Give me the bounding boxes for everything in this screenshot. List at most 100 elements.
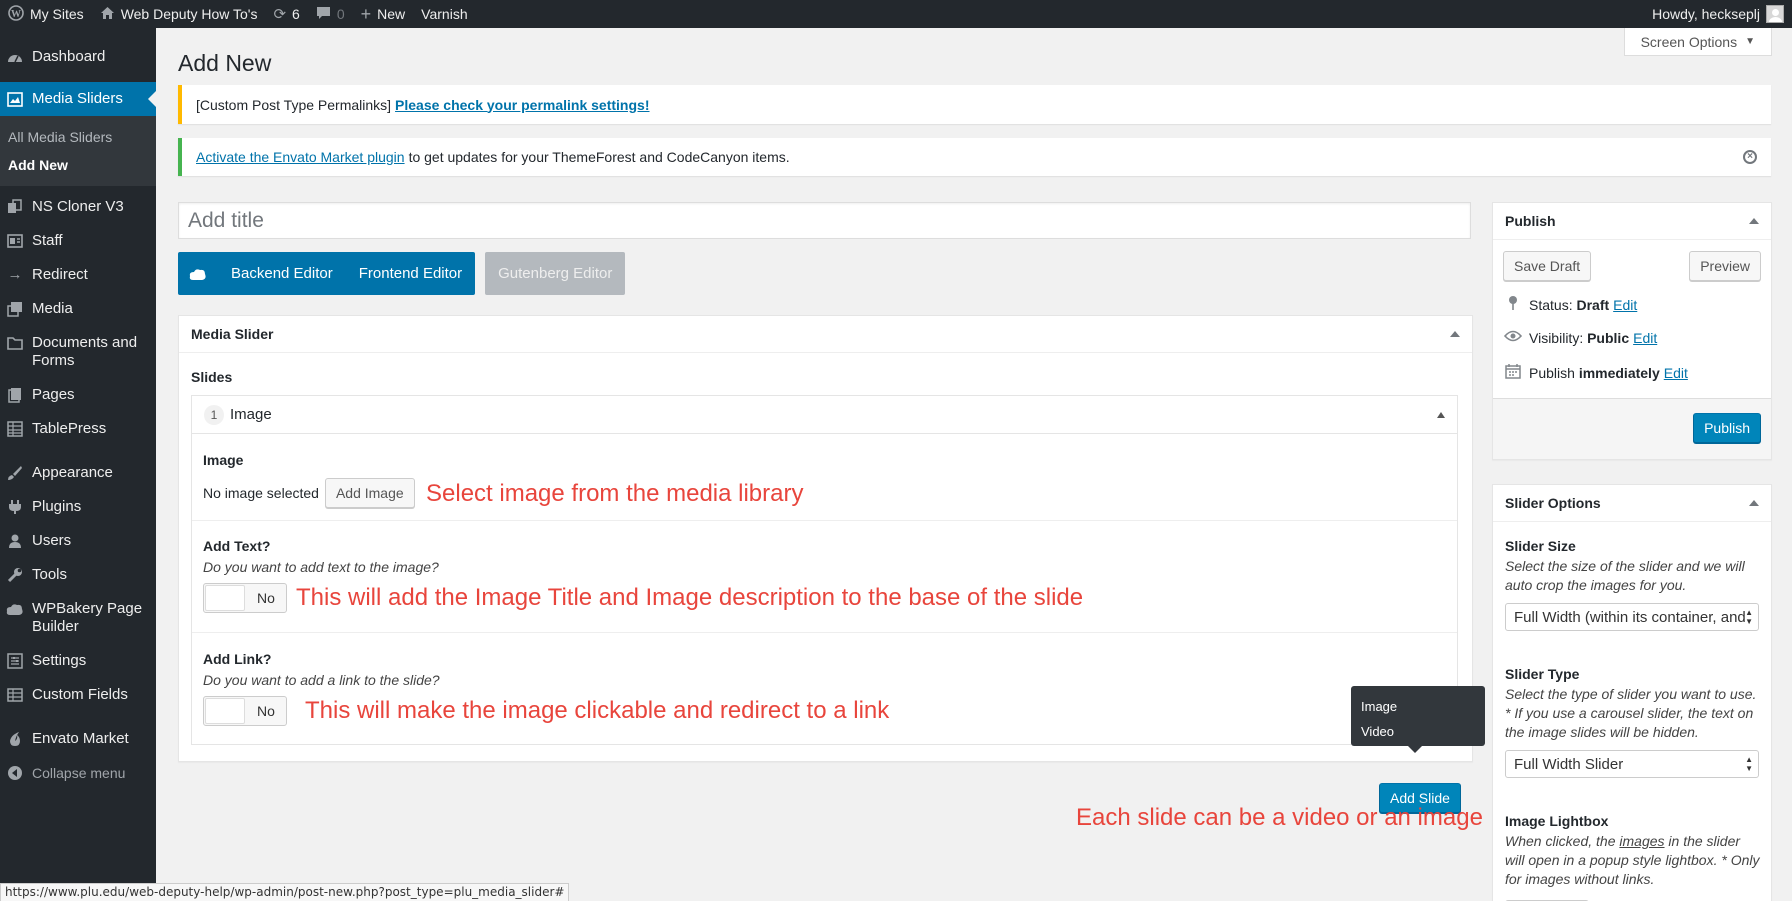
sidebar-item-media-sliders[interactable]: Media Sliders <box>0 82 156 116</box>
permalink-settings-link[interactable]: Please check your permalink settings! <box>395 97 649 113</box>
sidebar-item-settings[interactable]: Settings <box>0 644 156 678</box>
slider-options-box: Slider Options Slider Size Select the si… <box>1492 484 1772 901</box>
slider-options-header[interactable]: Slider Options <box>1493 485 1771 522</box>
sidebar-item-plugins[interactable]: Plugins <box>0 490 156 524</box>
collapse-menu-button[interactable]: Collapse menu <box>0 756 156 790</box>
sidebar-item-label: Appearance <box>32 464 113 481</box>
annotation-each-slide: Each slide can be a video or an image <box>1076 804 1483 831</box>
dropdown-option-video[interactable]: Video <box>1361 719 1475 744</box>
collapse-arrow-icon[interactable] <box>1749 500 1759 506</box>
collapse-arrow-icon[interactable] <box>1749 218 1759 224</box>
edit-schedule-link[interactable]: Edit <box>1664 365 1688 381</box>
backend-editor-button[interactable]: Backend Editor <box>218 252 346 295</box>
my-sites-menu[interactable]: W My Sites <box>0 0 92 28</box>
sidebar-item-media[interactable]: Media <box>0 292 156 326</box>
calendar-icon <box>1503 363 1523 383</box>
slide-collapse-icon[interactable] <box>1437 411 1445 418</box>
slider-type-select[interactable]: Full Width Slider ▲ ▼ <box>1505 750 1759 778</box>
sidebar-item-users[interactable]: Users <box>0 524 156 558</box>
media-sliders-submenu: All Media Sliders Add New <box>0 116 156 186</box>
annotation-add-link: This will make the image clickable and r… <box>305 697 890 724</box>
select-arrows-icon: ▲ ▼ <box>1745 608 1753 626</box>
sidebar-item-custom-fields[interactable]: Custom Fields <box>0 678 156 712</box>
images-underlined: images <box>1619 833 1665 849</box>
custom-fields-icon <box>6 686 24 704</box>
toggle-knob <box>205 698 245 724</box>
add-link-toggle[interactable]: No <box>203 696 287 726</box>
media-slider-header[interactable]: Media Slider <box>179 316 1472 353</box>
sidebar-item-redirect[interactable]: → Redirect <box>0 258 156 292</box>
sidebar-item-wpbakery[interactable]: WPBakery Page Builder <box>0 592 156 644</box>
redirect-icon: → <box>7 266 23 283</box>
add-link-desc: Do you want to add a link to the slide? <box>203 672 440 688</box>
slide-header[interactable]: 1 Image <box>192 396 1457 434</box>
site-name-menu[interactable]: Web Deputy How To's <box>92 0 266 28</box>
sidebar-item-staff[interactable]: Staff <box>0 224 156 258</box>
sidebar-item-label: Redirect <box>32 266 88 283</box>
varnish-menu[interactable]: Varnish <box>413 0 475 28</box>
plus-icon: + <box>360 4 372 24</box>
sidebar-item-pages[interactable]: Pages <box>0 378 156 412</box>
sidebar-item-label: Tools <box>32 566 68 583</box>
sidebar-item-envato-market[interactable]: Envato Market <box>0 722 156 756</box>
slider-size-label: Slider Size <box>1505 538 1576 554</box>
add-text-field: Add Text? Do you want to add text to the… <box>192 521 1457 633</box>
slider-size-value: Full Width (within its container, and <box>1514 608 1746 626</box>
collapse-arrow-icon[interactable] <box>1450 331 1460 337</box>
slider-type-label: Slider Type <box>1505 666 1580 682</box>
sidebar-item-tablepress[interactable]: TablePress <box>0 412 156 446</box>
publish-button[interactable]: Publish <box>1693 413 1761 443</box>
eye-icon <box>1503 329 1523 346</box>
dropdown-option-image[interactable]: Image <box>1361 694 1475 719</box>
new-content-menu[interactable]: + New <box>353 0 414 28</box>
page-title: Add New <box>178 50 272 76</box>
sidebar-item-documents-and-forms[interactable]: Documents and Forms <box>0 326 156 378</box>
slider-size-select[interactable]: Full Width (within its container, and ▲ ▼ <box>1505 603 1759 631</box>
caret-down-icon: ▼ <box>1745 36 1755 47</box>
gutenberg-editor-button[interactable]: Gutenberg Editor <box>485 252 626 295</box>
no-image-text: No image selected <box>203 485 319 501</box>
my-account-menu[interactable]: Howdy, heckseplj <box>1644 0 1792 28</box>
add-link-label: Add Link? <box>203 651 272 667</box>
post-title-input[interactable]: Add title <box>178 202 1471 239</box>
permalink-notice: [Custom Post Type Permalinks] Please che… <box>178 85 1771 124</box>
submenu-all-media-sliders[interactable]: All Media Sliders <box>0 123 156 151</box>
sidebar-item-tools[interactable]: Tools <box>0 558 156 592</box>
sidebar-item-label: Media <box>32 300 73 317</box>
comments-icon <box>316 6 331 23</box>
add-text-toggle-value: No <box>257 590 275 606</box>
submenu-add-new[interactable]: Add New <box>0 151 156 179</box>
image-field-label: Image <box>203 452 244 468</box>
sidebar-item-appearance[interactable]: Appearance <box>0 456 156 490</box>
publish-value: immediately <box>1578 365 1660 381</box>
schedule-row: Publish immediately Edit <box>1503 363 1688 383</box>
screen-options-button[interactable]: Screen Options ▼ <box>1623 28 1772 56</box>
frontend-editor-button[interactable]: Frontend Editor <box>346 252 475 295</box>
sidebar-item-ns-cloner[interactable]: NS Cloner V3 <box>0 190 156 224</box>
edit-status-link[interactable]: Edit <box>1613 297 1637 313</box>
add-image-button[interactable]: Add Image <box>324 478 415 508</box>
add-text-toggle[interactable]: No <box>203 583 287 613</box>
annotation-add-text: This will add the Image Title and Image … <box>296 584 1084 611</box>
preview-button[interactable]: Preview <box>1689 251 1761 281</box>
sidebar-item-label: Collapse menu <box>32 765 126 781</box>
envato-notice-text: to get updates for your ThemeForest and … <box>408 149 790 165</box>
updates-menu[interactable]: ⟳ 6 <box>265 0 307 28</box>
save-draft-button[interactable]: Save Draft <box>1503 251 1592 281</box>
pin-icon <box>1503 295 1523 315</box>
pages-icon <box>6 386 24 404</box>
plugins-icon <box>6 498 24 516</box>
collapse-icon <box>6 764 24 782</box>
edit-visibility-link[interactable]: Edit <box>1633 330 1657 346</box>
sidebar-item-label: Dashboard <box>32 48 106 65</box>
home-icon <box>100 6 115 23</box>
image-lightbox-label: Image Lightbox <box>1505 813 1609 829</box>
envato-notice: Activate the Envato Market plugin to get… <box>178 138 1771 176</box>
activate-envato-link[interactable]: Activate the Envato Market plugin <box>196 149 405 165</box>
sidebar-item-dashboard[interactable]: Dashboard <box>0 40 156 74</box>
publish-header[interactable]: Publish <box>1493 203 1771 240</box>
permalink-notice-prefix: [Custom Post Type Permalinks] <box>196 96 392 113</box>
sidebar-item-label: Documents and Forms <box>32 334 138 369</box>
comments-menu[interactable]: 0 <box>308 0 353 28</box>
dismiss-icon[interactable]: × <box>1743 150 1757 164</box>
